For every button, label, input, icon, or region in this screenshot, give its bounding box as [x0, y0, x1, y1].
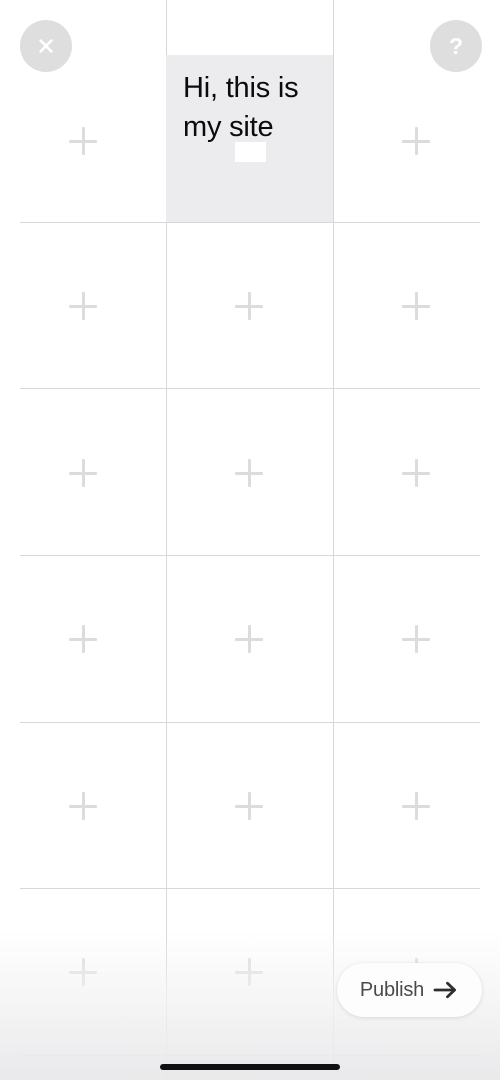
grid-line-horizontal	[20, 555, 480, 556]
text-caret-artifact	[235, 142, 266, 162]
text-block[interactable]: Hi, this is my site	[166, 55, 333, 222]
add-block-plus-icon[interactable]	[68, 791, 98, 821]
help-button[interactable]: ?	[430, 20, 482, 72]
publish-button-label: Publish	[359, 978, 425, 1001]
add-block-plus-icon[interactable]	[234, 624, 264, 654]
grid-line-horizontal	[20, 388, 480, 389]
close-icon	[39, 39, 53, 53]
add-block-plus-icon[interactable]	[68, 957, 98, 987]
grid-line-vertical	[333, 0, 334, 1080]
text-block-content[interactable]: Hi, this is my site	[183, 69, 323, 147]
add-block-plus-icon[interactable]	[234, 957, 264, 987]
add-block-plus-icon[interactable]	[234, 291, 264, 321]
grid-line-horizontal	[20, 722, 480, 723]
arrow-right-icon	[433, 981, 457, 999]
add-block-plus-icon[interactable]	[234, 791, 264, 821]
question-mark-icon: ?	[448, 32, 464, 59]
add-block-plus-icon[interactable]	[68, 126, 98, 156]
add-block-plus-icon[interactable]	[401, 291, 431, 321]
add-block-plus-icon[interactable]	[68, 624, 98, 654]
add-block-plus-icon[interactable]	[68, 458, 98, 488]
close-button[interactable]	[20, 20, 72, 72]
add-block-plus-icon[interactable]	[68, 291, 98, 321]
publish-button[interactable]: Publish	[337, 963, 482, 1017]
add-block-plus-icon[interactable]	[401, 791, 431, 821]
grid-line-horizontal	[20, 222, 480, 223]
grid-line-horizontal	[20, 1055, 480, 1056]
add-block-plus-icon[interactable]	[401, 126, 431, 156]
add-block-plus-icon[interactable]	[401, 624, 431, 654]
grid-line-horizontal	[20, 888, 480, 889]
add-block-plus-icon[interactable]	[401, 458, 431, 488]
add-block-plus-icon[interactable]	[234, 458, 264, 488]
editor-canvas[interactable]: Hi, this is my site ? Publish	[0, 0, 500, 1080]
home-indicator[interactable]	[160, 1064, 340, 1070]
